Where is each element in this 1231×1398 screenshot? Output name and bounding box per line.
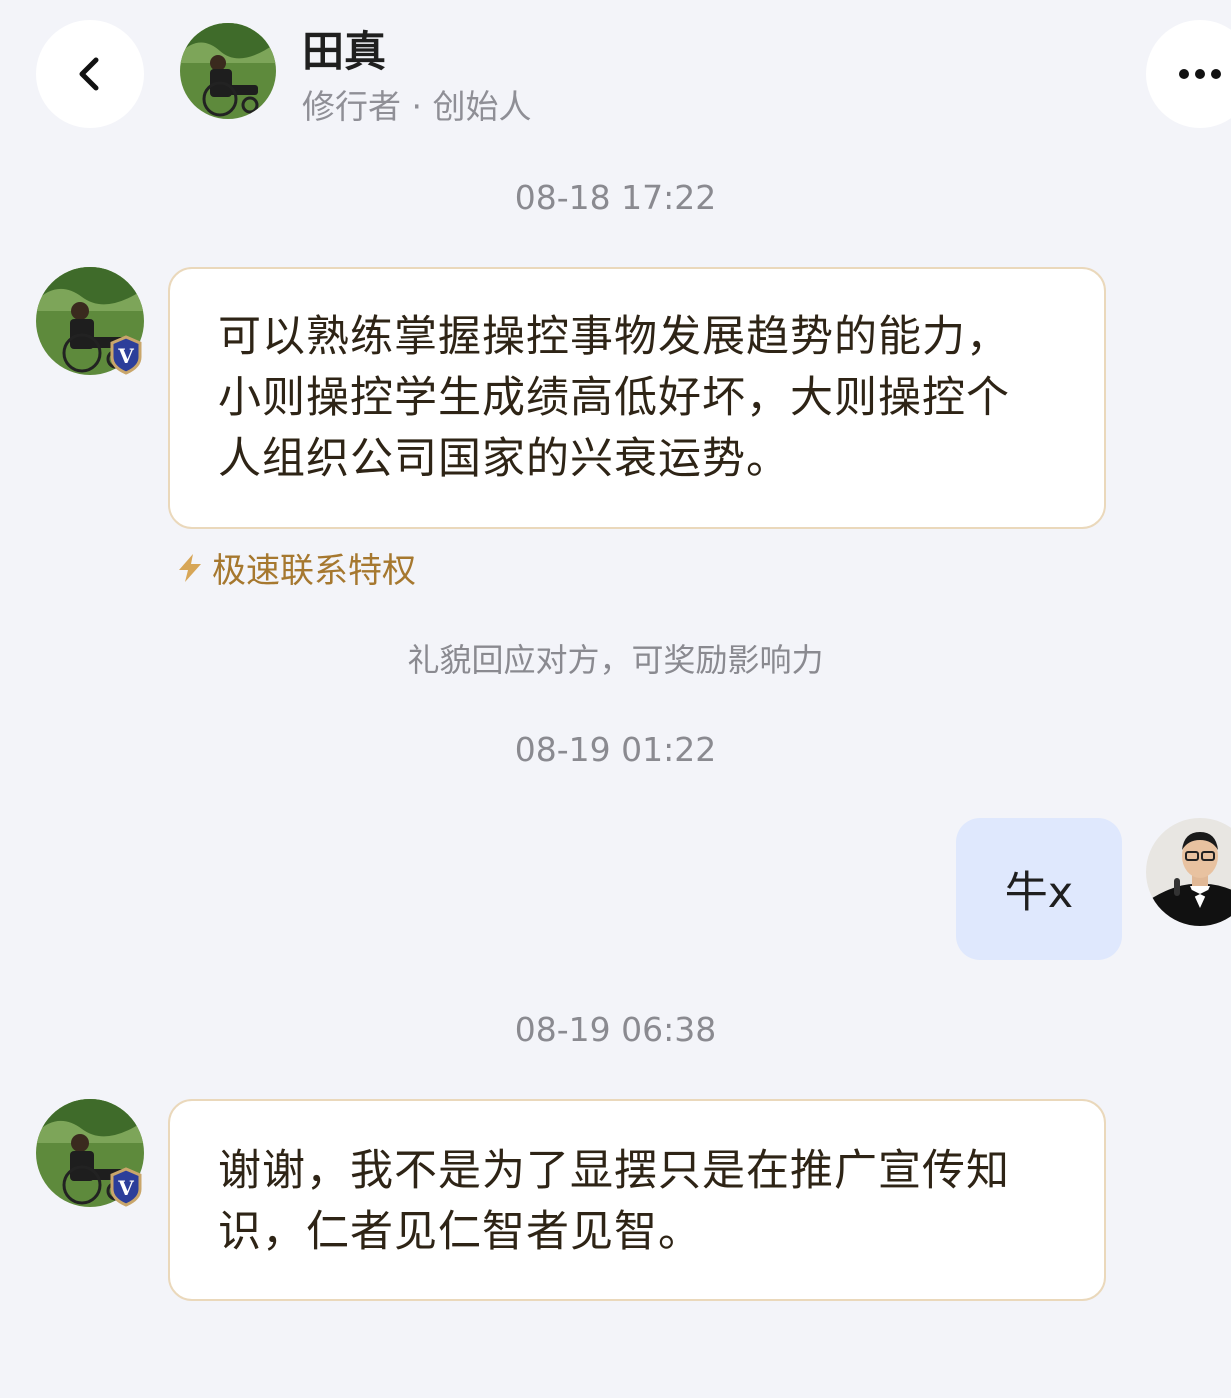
sender-avatar[interactable]: V (36, 267, 144, 375)
verified-badge-icon: V (110, 335, 142, 375)
contact-name: 田真 (302, 27, 387, 76)
lightning-icon (179, 553, 201, 582)
incoming-message-bubble[interactable]: 可以熟练掌握操控事物发展趋势的能力， 小则操控学生成绩高低好坏，大则操控个 人组… (168, 267, 1106, 529)
message-text: 牛x (1004, 868, 1074, 918)
message-line: 小则操控学生成绩高低好坏，大则操控个 (218, 373, 1010, 423)
verified-badge-icon: V (110, 1167, 142, 1207)
express-contact-privilege-link[interactable]: 极速联系特权 (176, 543, 416, 592)
message-line: 谢谢，我不是为了显摆只是在推广宣传知 (218, 1146, 1010, 1196)
timestamp: 08-18 17:22 (514, 178, 717, 217)
message-text: 可以熟练掌握操控事物发展趋势的能力， 小则操控学生成绩高低好坏，大则操控个 人组… (218, 307, 1074, 490)
timestamp: 08-19 01:22 (514, 730, 717, 769)
outgoing-message-bubble[interactable]: 牛x (956, 818, 1122, 960)
more-button[interactable] (1146, 20, 1231, 128)
timestamp: 08-19 06:38 (514, 1010, 717, 1049)
privilege-label: 极速联系特权 (212, 551, 416, 591)
message-text: 谢谢，我不是为了显摆只是在推广宣传知 识，仁者见仁智者见智。 (218, 1141, 1074, 1263)
back-button[interactable] (36, 20, 144, 128)
svg-text:V: V (117, 344, 134, 368)
my-avatar[interactable] (1146, 818, 1231, 926)
chevron-left-icon (79, 57, 99, 91)
message-line: 识，仁者见仁智者见智。 (218, 1207, 702, 1257)
contact-avatar[interactable] (180, 23, 276, 119)
incoming-message-bubble[interactable]: 谢谢，我不是为了显摆只是在推广宣传知 识，仁者见仁智者见智。 (168, 1099, 1106, 1301)
message-line: 可以熟练掌握操控事物发展趋势的能力， (218, 312, 1010, 362)
more-horizontal-icon (1179, 69, 1221, 79)
reward-hint: 礼貌回应对方，可奖励影响力 (407, 641, 824, 679)
message-line: 人组织公司国家的兴衰运势。 (218, 434, 790, 484)
contact-subtitle: 修行者 · 创始人 (302, 87, 532, 126)
sender-avatar[interactable]: V (36, 1099, 144, 1207)
svg-text:V: V (117, 1176, 134, 1200)
